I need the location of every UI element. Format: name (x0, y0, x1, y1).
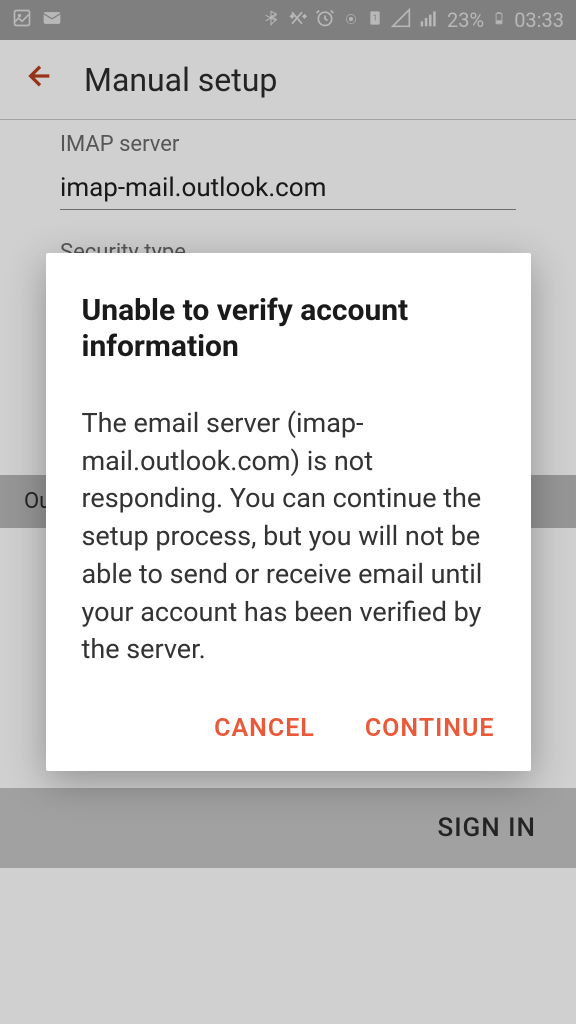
dialog-title: Unable to verify account information (82, 293, 495, 365)
continue-button[interactable]: CONTINUE (365, 714, 495, 743)
error-dialog: Unable to verify account information The… (46, 253, 531, 772)
cancel-button[interactable]: CANCEL (214, 714, 315, 743)
dialog-message: The email server (imap-mail.outlook.com)… (82, 405, 495, 670)
modal-overlay: Unable to verify account information The… (0, 0, 576, 1024)
